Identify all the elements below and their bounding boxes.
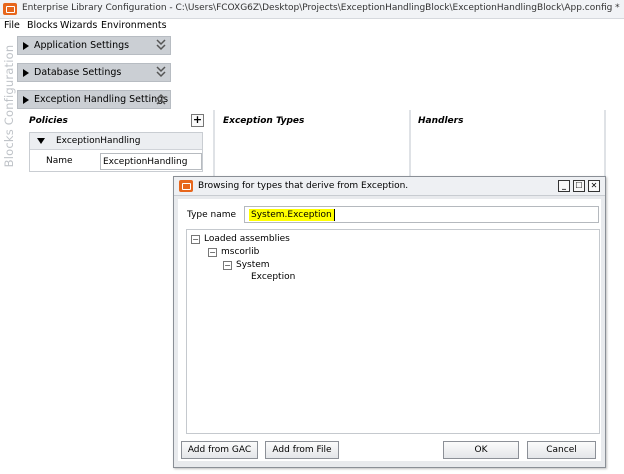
column-divider: [604, 110, 606, 178]
type-name-input[interactable]: System.Exception: [244, 206, 599, 223]
section-application-settings[interactable]: Application Settings: [17, 36, 171, 55]
exception-types-header: Exception Types: [223, 116, 305, 126]
policy-header[interactable]: ExceptionHandling: [30, 133, 202, 150]
add-from-file-button[interactable]: Add from File: [265, 441, 339, 459]
add-from-gac-button[interactable]: Add from GAC: [181, 441, 258, 459]
type-name-value: System.Exception: [249, 209, 335, 221]
collapse-toggle-icon[interactable]: −: [223, 261, 232, 270]
handlers-header: Handlers: [418, 116, 464, 126]
window-titlebar: Enterprise Library Configuration - C:\Us…: [0, 0, 624, 19]
menu-environments[interactable]: Environments: [101, 20, 167, 31]
type-name-label: Type name: [187, 210, 237, 220]
name-field-label: Name: [46, 156, 73, 166]
dialog-title: Browsing for types that derive from Exce…: [198, 181, 409, 191]
chevron-double-down-icon[interactable]: [155, 65, 167, 80]
menu-bar: File Blocks Wizards Environments: [0, 19, 624, 34]
policy-card[interactable]: ExceptionHandling Name ExceptionHandling: [29, 132, 203, 172]
blocks-configuration-label: Blocks Configuration: [1, 36, 17, 176]
section-database-settings[interactable]: Database Settings: [17, 63, 171, 82]
policies-header: Policies: [29, 116, 68, 126]
ok-button[interactable]: OK: [443, 441, 519, 459]
blocks-configuration-text: Blocks Configuration: [2, 44, 16, 168]
policy-name-input[interactable]: ExceptionHandling: [100, 153, 202, 170]
minimize-button[interactable]: _: [558, 180, 570, 192]
section-label: Exception Handling Settings: [34, 94, 169, 105]
app-icon: [3, 3, 17, 15]
collapse-toggle-icon[interactable]: −: [208, 248, 217, 257]
tree-item-exception[interactable]: Exception: [251, 272, 295, 282]
app-icon: [179, 180, 193, 192]
cancel-button[interactable]: Cancel: [527, 441, 596, 459]
policy-name: ExceptionHandling: [56, 136, 141, 146]
exception-handling-panel: Policies + Exception Types Handlers Exce…: [17, 110, 624, 178]
column-divider: [213, 110, 215, 178]
chevron-double-down-icon[interactable]: [155, 38, 167, 53]
column-divider: [409, 110, 411, 178]
menu-file[interactable]: File: [4, 20, 20, 31]
tree-item-system[interactable]: System: [236, 260, 270, 270]
dialog-body: Type name System.Exception − Loaded asse…: [178, 199, 601, 461]
collapse-arrow-icon[interactable]: [37, 138, 45, 144]
add-policy-button[interactable]: +: [191, 114, 204, 127]
chevron-double-up-icon[interactable]: [155, 92, 167, 107]
maximize-button[interactable]: ☐: [573, 180, 585, 192]
expand-arrow-icon: [23, 42, 29, 50]
window-title: Enterprise Library Configuration - C:\Us…: [22, 3, 620, 13]
expand-arrow-icon: [23, 96, 29, 104]
expand-arrow-icon: [23, 69, 29, 77]
browse-types-dialog: Browsing for types that derive from Exce…: [173, 176, 606, 468]
section-label: Application Settings: [34, 40, 130, 51]
menu-wizards[interactable]: Wizards: [60, 20, 97, 31]
dialog-titlebar: Browsing for types that derive from Exce…: [174, 177, 605, 196]
menu-blocks[interactable]: Blocks: [27, 20, 58, 31]
section-exception-handling-settings[interactable]: Exception Handling Settings: [17, 90, 171, 109]
assembly-tree[interactable]: − Loaded assemblies − mscorlib − System …: [186, 229, 600, 434]
section-label: Database Settings: [34, 67, 122, 78]
collapse-toggle-icon[interactable]: −: [191, 235, 200, 244]
tree-item-mscorlib[interactable]: mscorlib: [221, 247, 259, 257]
close-button[interactable]: ✕: [588, 180, 600, 192]
tree-item-loaded-assemblies[interactable]: Loaded assemblies: [204, 234, 290, 244]
